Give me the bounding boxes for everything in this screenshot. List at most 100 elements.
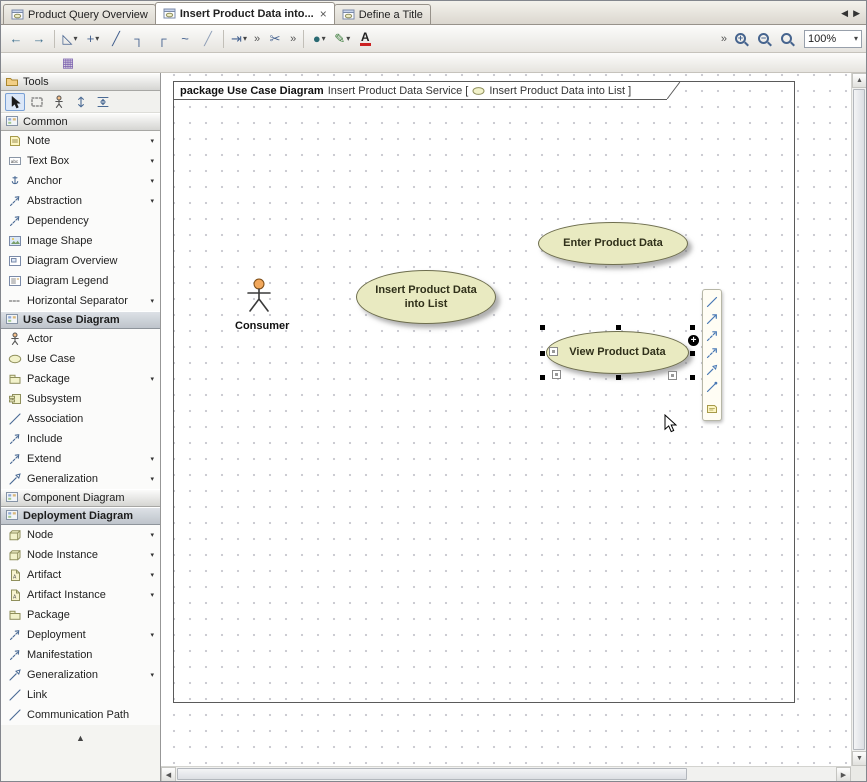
zoom-out-button[interactable]: −: [754, 28, 776, 50]
palette-item-extend[interactable]: Extend▾: [1, 449, 160, 469]
dropdown-caret-icon[interactable]: ▾: [150, 531, 156, 539]
tab-product-query-overview[interactable]: Product Query Overview: [3, 4, 156, 24]
palette-item-abstraction[interactable]: Abstraction▾: [1, 191, 160, 211]
dropdown-caret-icon[interactable]: ▾: [150, 375, 156, 383]
actor-consumer[interactable]: Consumer: [235, 278, 283, 332]
rounded-path-button[interactable]: ┌: [151, 28, 173, 50]
selection-modifier-left[interactable]: [549, 347, 558, 356]
palette-item-use-case[interactable]: Use Case: [1, 349, 160, 369]
palette-item-link[interactable]: Link: [1, 685, 160, 705]
palette-item-node[interactable]: Node▾: [1, 525, 160, 545]
zoom-fit-button[interactable]: [777, 28, 799, 50]
palette-item-association[interactable]: Association: [1, 409, 160, 429]
palette-item-manifestation[interactable]: Manifestation: [1, 645, 160, 665]
palette-item-dependency[interactable]: Dependency: [1, 211, 160, 231]
horizontal-scroll-thumb[interactable]: [177, 768, 687, 780]
selection-handle-se[interactable]: [690, 375, 695, 380]
scroll-up-button[interactable]: ▲: [852, 73, 867, 88]
palette-item-subsystem[interactable]: Subsystem: [1, 389, 160, 409]
dropdown-caret-icon[interactable]: ▾: [150, 591, 156, 599]
vertical-scrollbar[interactable]: ▲ ▼: [851, 73, 866, 766]
dropdown-caret-icon[interactable]: ▾: [150, 157, 156, 165]
selection-handle-n[interactable]: [616, 325, 621, 330]
palette-item-horizontal-separator[interactable]: Horizontal Separator▾: [1, 291, 160, 311]
dropdown-caret-icon[interactable]: ▾: [150, 455, 156, 463]
dropdown-caret-icon[interactable]: ▾: [150, 571, 156, 579]
selection-handle-ne[interactable]: [690, 325, 695, 330]
dropdown-caret-icon[interactable]: ▾: [150, 197, 156, 205]
swimlane-grid-button[interactable]: ▦: [57, 52, 79, 74]
palette-item-diagram-legend[interactable]: Diagram Legend: [1, 271, 160, 291]
zoom-in-button[interactable]: +: [731, 28, 753, 50]
selection-handle-s[interactable]: [616, 375, 621, 380]
scroll-tabs-left-button[interactable]: ◀: [841, 8, 848, 19]
scroll-right-button[interactable]: ▶: [836, 767, 851, 782]
palette-item-generalization[interactable]: Generalization▾: [1, 665, 160, 685]
palette-item-image-shape[interactable]: Image Shape: [1, 231, 160, 251]
scroll-left-button[interactable]: ◀: [161, 767, 176, 782]
distribute-horizontal-button[interactable]: [93, 93, 113, 111]
selection-handle-e[interactable]: [690, 351, 695, 356]
dropdown-caret-icon[interactable]: ▾: [150, 631, 156, 639]
line-path-button[interactable]: ╱: [105, 28, 127, 50]
palette-item-communication-path[interactable]: Communication Path: [1, 705, 160, 725]
collapse-palette-button[interactable]: ▲: [1, 733, 160, 743]
forward-button[interactable]: →: [28, 28, 50, 50]
include-tool[interactable]: [704, 345, 720, 360]
note-tool[interactable]: [704, 401, 720, 416]
scroll-down-button[interactable]: ▼: [852, 751, 867, 766]
sidebar-section-component-diagram[interactable]: Component Diagram: [1, 489, 160, 507]
pen-style-button[interactable]: ✎▾: [331, 28, 353, 50]
palette-item-artifact[interactable]: AArtifact▾: [1, 565, 160, 585]
tab-insert-product-data-into[interactable]: Insert Product Data into...×: [155, 2, 335, 24]
oblique-path-button[interactable]: ╱: [197, 28, 219, 50]
quick-actor-tool-button[interactable]: [49, 93, 69, 111]
selection-handle-w[interactable]: [540, 351, 545, 356]
palette-item-node-instance[interactable]: Node Instance▾: [1, 545, 160, 565]
dependency-tool[interactable]: [704, 328, 720, 343]
usecase-enter-product-data[interactable]: Enter Product Data: [538, 222, 688, 265]
draw-path-tool[interactable]: [704, 294, 720, 309]
dropdown-caret-icon[interactable]: ▾: [150, 177, 156, 185]
sidebar-section-common[interactable]: Common: [1, 113, 160, 131]
anchor-to-note-tool[interactable]: [704, 379, 720, 394]
marquee-tool-button[interactable]: [27, 93, 47, 111]
palette-item-text-box[interactable]: abcText Box▾: [1, 151, 160, 171]
close-tab-icon[interactable]: ×: [320, 8, 327, 20]
rectilinear-path-button[interactable]: ┐: [128, 28, 150, 50]
edit-tools-overflow-button[interactable]: »: [287, 33, 299, 45]
palette-item-deployment[interactable]: Deployment▾: [1, 625, 160, 645]
dropdown-caret-icon[interactable]: ▾: [150, 671, 156, 679]
directed-association-tool[interactable]: [704, 311, 720, 326]
horizontal-scrollbar[interactable]: ◀ ▶: [161, 766, 851, 781]
palette-item-anchor[interactable]: Anchor▾: [1, 171, 160, 191]
palette-item-artifact-instance[interactable]: AArtifact Instance▾: [1, 585, 160, 605]
dropdown-caret-icon[interactable]: ▾: [150, 137, 156, 145]
add-relation-handle[interactable]: +: [688, 335, 699, 346]
fill-color-button[interactable]: ●▾: [308, 28, 330, 50]
selection-handle-nw[interactable]: [540, 325, 545, 330]
distribute-vertical-button[interactable]: [71, 93, 91, 111]
diagram-canvas[interactable]: package Use Case Diagram Insert Product …: [161, 73, 851, 766]
split-path-button[interactable]: ✂: [264, 28, 286, 50]
select-tool-button[interactable]: [5, 93, 25, 111]
toolbar-overflow-button[interactable]: »: [718, 33, 730, 45]
scroll-tabs-right-button[interactable]: ▶: [853, 8, 860, 19]
palette-item-actor[interactable]: Actor: [1, 329, 160, 349]
palette-item-note[interactable]: Note▾: [1, 131, 160, 151]
selection-handle-sw[interactable]: [540, 375, 545, 380]
curved-path-button[interactable]: ~: [174, 28, 196, 50]
palette-item-package[interactable]: Package: [1, 605, 160, 625]
selection-modifier-bottom-right[interactable]: [668, 371, 677, 380]
dropdown-caret-icon[interactable]: ▾: [150, 297, 156, 305]
palette-item-diagram-overview[interactable]: Diagram Overview: [1, 251, 160, 271]
dropdown-caret-icon[interactable]: ▾: [150, 551, 156, 559]
back-button[interactable]: ←: [5, 28, 27, 50]
palette-item-include[interactable]: Include: [1, 429, 160, 449]
dropdown-caret-icon[interactable]: ▾: [150, 475, 156, 483]
sidebar-section-deployment-diagram[interactable]: Deployment Diagram: [1, 507, 160, 525]
vertical-scroll-thumb[interactable]: [853, 89, 865, 750]
palette-item-generalization[interactable]: Generalization▾: [1, 469, 160, 489]
sidebar-section-tools[interactable]: Tools: [1, 73, 160, 91]
path-tools-overflow-button[interactable]: »: [251, 33, 263, 45]
